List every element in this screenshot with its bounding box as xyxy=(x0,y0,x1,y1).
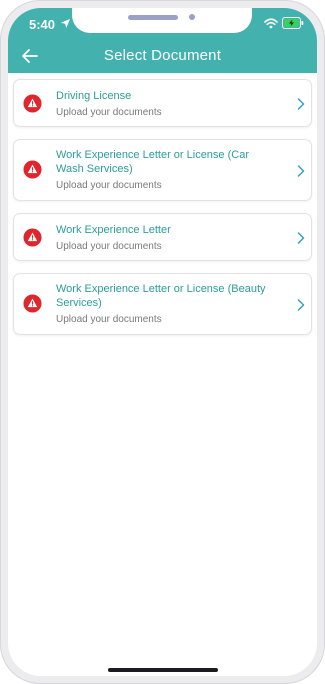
phone-frame: 5:40 Select Document Driving License Upl… xyxy=(0,0,325,684)
document-title: Driving License xyxy=(56,90,132,102)
chevron-right-icon xyxy=(297,165,305,177)
warning-icon xyxy=(23,94,42,113)
page-title: Select Document xyxy=(103,47,222,64)
chevron-right-icon xyxy=(297,299,305,311)
document-text: Work Experience Letter Upload your docum… xyxy=(56,223,266,253)
document-title: Work Experience Letter xyxy=(56,224,171,236)
front-camera xyxy=(189,14,195,20)
location-arrow-icon xyxy=(60,18,71,29)
warning-icon xyxy=(23,160,42,179)
document-subtitle: Upload your documents xyxy=(56,180,162,191)
document-card-work-experience[interactable]: Work Experience Letter Upload your docum… xyxy=(13,213,312,261)
chevron-right-icon xyxy=(297,98,305,110)
app-header: 5:40 Select Document xyxy=(8,8,317,73)
document-title: Work Experience Letter or License (Beaut… xyxy=(56,283,266,309)
document-card-beauty-services[interactable]: Work Experience Letter or License (Beaut… xyxy=(13,273,312,335)
chevron-right-icon xyxy=(297,232,305,244)
document-title: Work Experience Letter or License (Car W… xyxy=(56,149,249,175)
battery-charging-icon xyxy=(282,17,304,29)
document-text: Driving License Upload your documents xyxy=(56,89,266,119)
document-card-car-wash[interactable]: Work Experience Letter or License (Car W… xyxy=(13,139,312,201)
speaker-grille xyxy=(128,15,178,20)
device-notch xyxy=(72,8,252,33)
home-indicator[interactable] xyxy=(108,668,218,672)
document-subtitle: Upload your documents xyxy=(56,107,162,118)
warning-icon xyxy=(23,294,42,313)
wifi-icon xyxy=(264,18,278,29)
status-time: 5:40 xyxy=(29,17,56,32)
document-text: Work Experience Letter or License (Beaut… xyxy=(56,282,266,326)
app-screen: 5:40 Select Document Driving License Upl… xyxy=(8,8,317,676)
document-subtitle: Upload your documents xyxy=(56,241,162,252)
warning-icon xyxy=(23,228,42,247)
document-text: Work Experience Letter or License (Car W… xyxy=(56,148,266,192)
document-card-driving-license[interactable]: Driving License Upload your documents xyxy=(13,79,312,127)
document-subtitle: Upload your documents xyxy=(56,314,162,325)
